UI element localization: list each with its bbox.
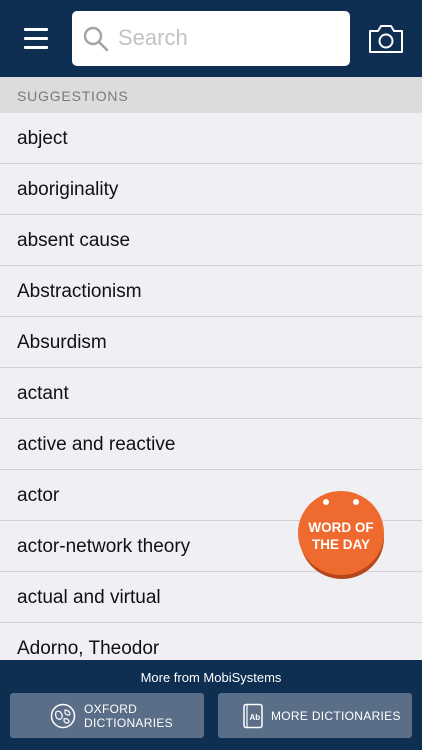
camera-icon [369, 25, 403, 53]
top-bar [0, 0, 422, 77]
menu-button[interactable] [14, 18, 58, 60]
suggestions-header: SUGGESTIONS [0, 77, 422, 113]
oxford-label-line1: OXFORD [84, 702, 138, 716]
globe-icon [50, 703, 76, 729]
more-dictionaries-button[interactable]: Ab MORE DICTIONARIES [218, 693, 412, 738]
oxford-label-line2: DICTIONARIES [84, 716, 173, 730]
svg-text:Ab: Ab [250, 713, 261, 722]
word-of-the-day-button[interactable]: WORD OF THE DAY [298, 491, 384, 579]
list-item[interactable]: absent cause [0, 215, 422, 266]
search-input[interactable] [118, 19, 338, 57]
calendar-badge-icon: WORD OF THE DAY [298, 491, 384, 575]
camera-button[interactable] [366, 22, 406, 56]
dictionary-book-icon: Ab [243, 703, 263, 729]
list-item[interactable]: Abstractionism [0, 266, 422, 317]
list-item[interactable]: actual and virtual [0, 572, 422, 623]
list-item[interactable]: actant [0, 368, 422, 419]
footer-bar: More from MobiSystems OXFORD DICTIONARIE… [0, 660, 422, 750]
more-dictionaries-label: MORE DICTIONARIES [271, 709, 401, 723]
list-item[interactable]: abject [0, 113, 422, 164]
footer-title: More from MobiSystems [140, 670, 282, 685]
search-icon [83, 26, 109, 52]
hamburger-icon [24, 28, 48, 31]
search-bar[interactable] [72, 11, 350, 66]
list-item[interactable]: Absurdism [0, 317, 422, 368]
list-item[interactable]: active and reactive [0, 419, 422, 470]
word-of-the-day-line1: WORD OF [308, 520, 374, 535]
oxford-dictionaries-button[interactable]: OXFORD DICTIONARIES [10, 693, 204, 738]
suggestions-title: SUGGESTIONS [17, 88, 129, 104]
list-item[interactable]: aboriginality [0, 164, 422, 215]
suggestions-list: abject aboriginality absent cause Abstra… [0, 113, 422, 674]
word-of-the-day-line2: THE DAY [311, 537, 370, 552]
